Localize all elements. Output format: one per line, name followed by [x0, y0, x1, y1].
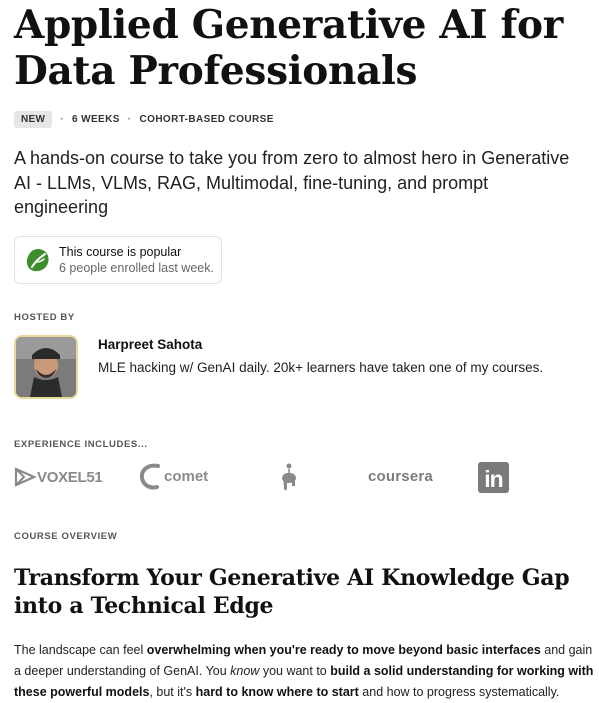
- comet-wordmark: comet: [164, 467, 209, 485]
- popularity-title: This course is popular: [59, 245, 182, 259]
- voxel51-logo: VOXEL51: [14, 466, 103, 488]
- course-subtitle: A hands-on course to take you from zero …: [14, 148, 570, 217]
- coursera-wordmark: coursera: [368, 468, 433, 485]
- overview-text: you want to: [259, 664, 331, 678]
- overview-italic: know: [230, 664, 260, 678]
- overview-text: and how to progress systematically.: [358, 685, 560, 699]
- comet-icon: [139, 463, 160, 490]
- voxel51-wordmark: VOXEL51: [37, 468, 103, 486]
- host-bio: MLE hacking w/ GenAI daily. 20k+ learner…: [98, 360, 544, 375]
- overview-text: , but it's: [149, 685, 196, 699]
- new-badge: NEW: [14, 111, 53, 128]
- experience-label: EXPERIENCE INCLUDES...: [14, 439, 148, 450]
- voxel51-icon: [14, 467, 36, 487]
- popularity-detail: 6 people enrolled last week.: [59, 261, 214, 275]
- leaf-icon: [26, 249, 49, 272]
- elephant-logo: [278, 462, 300, 494]
- linkedin-icon: in: [478, 462, 509, 493]
- linkedin-wordmark: in: [484, 466, 503, 492]
- course-overview-label: COURSE OVERVIEW: [14, 531, 118, 542]
- overview-paragraph: The landscape can feel overwhelming when…: [14, 640, 594, 703]
- experience-logos: VOXEL51 comet coursera in: [14, 460, 514, 496]
- overview-emphasis: hard to know where to start: [195, 685, 359, 699]
- overview-emphasis: overwhelming when you're ready to move b…: [146, 643, 541, 657]
- separator-dot: ·: [60, 114, 64, 125]
- host-name[interactable]: Harpreet Sahota: [98, 337, 202, 352]
- popularity-text: This course is popular 6 people enrolled…: [59, 244, 214, 276]
- course-meta: NEW · 6 WEEKS · COHORT-BASED COURSE: [14, 111, 274, 128]
- popularity-card: This course is popular 6 people enrolled…: [14, 236, 222, 284]
- host-avatar-image: [16, 337, 76, 397]
- coursera-logo: coursera: [368, 468, 433, 485]
- course-format: COHORT-BASED COURSE: [139, 114, 274, 125]
- course-title: Applied Generative AI for Data Professio…: [14, 2, 563, 94]
- overview-heading: Transform Your Generative AI Knowledge G…: [14, 565, 570, 619]
- overview-text: The landscape can feel: [14, 643, 147, 657]
- linkedin-logo: in: [478, 462, 509, 493]
- separator-dot: ·: [127, 114, 132, 125]
- comet-logo: comet: [138, 462, 208, 490]
- course-duration: 6 WEEKS: [71, 114, 120, 125]
- host-avatar[interactable]: [14, 335, 78, 399]
- elephant-logo-icon: [282, 463, 296, 491]
- hosted-by-label: HOSTED BY: [14, 312, 75, 323]
